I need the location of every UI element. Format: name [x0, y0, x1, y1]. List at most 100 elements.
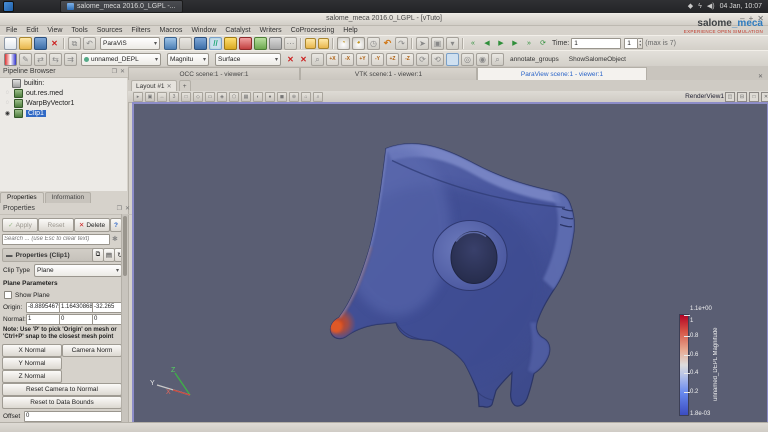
center-axes-visibility-icon[interactable] — [446, 53, 459, 66]
menu-file[interactable]: File — [6, 27, 17, 34]
clip-type-selector[interactable]: Plane ▾ — [34, 264, 122, 277]
frame-spinner[interactable]: ▲▼ — [638, 38, 643, 49]
edit-colormap-icon[interactable]: ✎ — [19, 53, 32, 66]
paravis-module-icon[interactable]: // — [209, 37, 222, 50]
tab-paraview-viewer[interactable]: ParaView scene:1 - viewer:1 — [477, 67, 647, 80]
split-vertical-icon[interactable]: ⊟ — [737, 92, 747, 102]
annotate-groups-button[interactable]: annotate_groups — [510, 56, 559, 63]
select-frustum-icon[interactable]: ▭ — [205, 92, 215, 102]
color-array-selector[interactable]: unnamed_DEPL ▾ — [81, 53, 161, 66]
open-in-view-icon[interactable]: ▸ — [133, 92, 143, 102]
rubber-zoom-icon[interactable]: ⌕ — [313, 92, 323, 102]
reset-center-icon[interactable]: ⌕ — [491, 53, 504, 66]
save-icon[interactable] — [34, 37, 47, 50]
interaction-mode-icon[interactable]: ↔ — [157, 92, 167, 102]
delete-button[interactable]: ✕ Delete — [74, 218, 110, 232]
zoom-to-data-icon[interactable]: ⊕ — [289, 92, 299, 102]
select-frustum-points-icon[interactable]: ◈ — [217, 92, 227, 102]
normal-z-field[interactable]: 0 — [92, 314, 124, 325]
time-value-field[interactable]: 1 — [571, 38, 621, 49]
normal-y-field[interactable]: 0 — [59, 314, 93, 325]
float-dock-icon[interactable]: ❐ — [117, 205, 122, 212]
camera-icon[interactable]: ▣ — [431, 37, 444, 50]
close-tab-icon[interactable]: ✕ — [753, 73, 768, 80]
vcr-last-frame-icon[interactable]: » — [522, 37, 536, 50]
show-center-icon[interactable]: ◎ — [461, 53, 474, 66]
select-block-icon[interactable]: ▦ — [241, 92, 251, 102]
menu-view[interactable]: View — [47, 27, 62, 34]
module-selector[interactable]: ParaViS ▾ — [100, 37, 160, 50]
open-recent-icon[interactable] — [318, 38, 329, 49]
reset-camera-icon[interactable]: ⌂ — [301, 92, 311, 102]
render-view-3d[interactable]: Z Y X 1.1e+00 1 0.8 0.6 0.4 0.2 1.8e-03 … — [132, 102, 768, 432]
origin-y-field[interactable]: 1.16430868994 — [59, 302, 93, 313]
select-points-icon[interactable]: ✕ — [298, 54, 309, 65]
redo-icon[interactable]: ↷ — [395, 37, 408, 50]
volume-icon[interactable]: ◀) — [707, 3, 715, 10]
menu-filters[interactable]: Filters — [131, 27, 150, 34]
close-layout-icon[interactable]: ✕ — [167, 83, 172, 90]
gauge-icon[interactable]: ◔ — [337, 37, 350, 50]
maximize-view-icon[interactable]: □ — [749, 92, 759, 102]
gauge2-icon[interactable]: ◕ — [352, 37, 365, 50]
open-data-icon[interactable] — [305, 38, 316, 49]
tab-occ-viewer[interactable]: OCC scene:1 - viewer:1 — [128, 67, 300, 80]
close-dock-icon[interactable]: ✕ — [125, 205, 130, 212]
aster-module-icon[interactable] — [194, 37, 207, 50]
rescale-temporal-icon[interactable]: ⇉ — [64, 53, 77, 66]
launcher-icon[interactable] — [3, 1, 14, 12]
interactive-select-icon[interactable]: ◐ — [253, 92, 263, 102]
colormap-icon[interactable] — [4, 53, 17, 66]
clock-icon[interactable]: ◷ — [367, 37, 380, 50]
split-horizontal-icon[interactable]: ◫ — [725, 92, 735, 102]
menu-catalyst[interactable]: Catalyst — [225, 27, 250, 34]
tab-properties[interactable]: Properties — [0, 192, 44, 203]
open-file-icon[interactable] — [19, 37, 32, 50]
med-module-icon[interactable] — [224, 37, 237, 50]
scalar-bar-legend[interactable]: 1.1e+00 1 0.8 0.6 0.4 0.2 1.8e-03 unname… — [675, 304, 731, 422]
camera-minus-y-icon[interactable]: -Y — [371, 53, 384, 66]
normal-x-field[interactable]: 1 — [26, 314, 60, 325]
close-view-icon[interactable]: ✕ — [761, 92, 768, 102]
select-cells-icon[interactable]: ✕ — [285, 54, 296, 65]
menu-tools[interactable]: Tools — [71, 27, 87, 34]
clock[interactable]: 04 Jan, 10:07 — [720, 3, 762, 10]
select-polygon-icon[interactable]: ⬠ — [229, 92, 239, 102]
reset-camera-to-normal-button[interactable]: Reset Camera to Normal — [2, 383, 122, 396]
pipeline-item-outresmed[interactable]: ◌ out.res.med — [0, 88, 127, 98]
menu-sources[interactable]: Sources — [97, 27, 123, 34]
pipeline-item-clip1[interactable]: ◉ Clip1 — [0, 108, 127, 118]
offset-field[interactable]: 0 — [24, 411, 124, 422]
show-plane-checkbox[interactable] — [4, 291, 12, 299]
menu-writers[interactable]: Writers — [260, 27, 282, 34]
vcr-first-frame-icon[interactable]: « — [466, 37, 480, 50]
tab-information[interactable]: Information — [45, 192, 92, 203]
menu-help[interactable]: Help — [343, 27, 357, 34]
representation-selector[interactable]: Surface ▾ — [215, 53, 281, 66]
reset-button[interactable]: Reset — [38, 218, 74, 232]
select-surface-icon[interactable]: □ — [181, 92, 191, 102]
properties-clip1-section[interactable]: ▬ Properties (Clip1) — [2, 248, 98, 262]
rescale-custom-range-icon[interactable]: ⇆ — [49, 53, 62, 66]
menu-macros[interactable]: Macros — [159, 27, 182, 34]
close-dock-icon[interactable]: ✕ — [120, 68, 125, 75]
more-modules-icon[interactable]: ⋯ — [284, 37, 297, 50]
float-dock-icon[interactable]: ❐ — [112, 68, 117, 75]
origin-x-field[interactable]: -8.8895467552 — [26, 302, 60, 313]
apply-button[interactable]: ✓ Apply — [2, 218, 38, 232]
network-icon[interactable]: ◆ — [688, 3, 693, 10]
menu-window[interactable]: Window — [191, 27, 216, 34]
visibility-eye-icon[interactable]: ◌ — [4, 100, 11, 106]
component-selector[interactable]: Magnitu ▾ — [167, 53, 209, 66]
y-normal-button[interactable]: Y Normal — [2, 357, 62, 370]
hover-points-icon[interactable]: ● — [265, 92, 275, 102]
camera-plus-z-icon[interactable]: +Z — [386, 53, 399, 66]
palette-icon[interactable]: ▾ — [446, 37, 459, 50]
undo-icon[interactable]: ↶ — [382, 38, 393, 49]
select-surface-points-icon[interactable]: ◇ — [193, 92, 203, 102]
new-file-icon[interactable] — [4, 37, 17, 50]
vcr-play-icon[interactable]: ▶ — [494, 37, 508, 50]
copy-icon[interactable]: ⧉ — [68, 37, 81, 50]
zoom-to-box-icon[interactable]: ⌕ — [311, 53, 324, 66]
pointer-icon[interactable]: ➤ — [416, 37, 429, 50]
